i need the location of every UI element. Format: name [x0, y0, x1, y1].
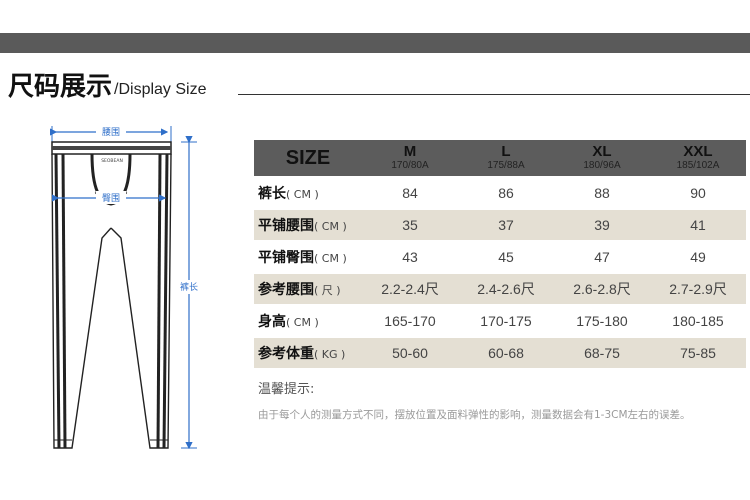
table-row: 参考体重( KG ) 50-60 60-68 68-75 75-85 [254, 338, 746, 368]
size-header-cell: SIZE [254, 140, 362, 176]
row-label: 参考体重( KG ) [254, 338, 362, 368]
row-label: 参考腰围( 尺 ) [254, 274, 362, 304]
table-cell: 41 [650, 210, 746, 240]
size-column-m: M 170/80A [362, 140, 458, 176]
size-column-l: L 175/88A [458, 140, 554, 176]
table-row: 身高( CM ) 165-170 170-175 175-180 180-185 [254, 306, 746, 336]
table-cell: 50-60 [362, 338, 458, 368]
table-cell: 2.6-2.8尺 [554, 274, 650, 304]
size-header-row: SIZE M 170/80A L 175/88A XL 180/96A XXL 185/… [254, 140, 746, 176]
row-label: 平铺臀围( CM ) [254, 242, 362, 272]
hip-label: 臀围 [102, 193, 120, 204]
table-cell: 2.7-2.9尺 [650, 274, 746, 304]
table-cell: 2.4-2.6尺 [458, 274, 554, 304]
table-cell: 2.2-2.4尺 [362, 274, 458, 304]
table-cell: 43 [362, 242, 458, 272]
size-column-xl: XL 180/96A [554, 140, 650, 176]
row-label: 平铺腰围( CM ) [254, 210, 362, 240]
table-cell: 75-85 [650, 338, 746, 368]
length-label: 裤长 [180, 281, 198, 293]
table-cell: 45 [458, 242, 554, 272]
waist-label: 腰围 [102, 127, 120, 138]
table-cell: 35 [362, 210, 458, 240]
title-english: /Display Size [114, 81, 207, 98]
table-cell: 175-180 [554, 306, 650, 336]
tips-body: 由于每个人的测量方式不同，摆放位置及面料弹性的影响，测量数据会有1-3CM左右的… [258, 409, 691, 421]
table-cell: 68-75 [554, 338, 650, 368]
top-banner-bar [0, 33, 750, 53]
table-cell: 165-170 [362, 306, 458, 336]
table-row: 裤长( CM ) 84 86 88 90 [254, 178, 746, 208]
table-cell: 84 [362, 178, 458, 208]
tips-title: 温馨提示: [258, 382, 315, 397]
table-row: 平铺腰围( CM ) 35 37 39 41 [254, 210, 746, 240]
brand-text: SEOBEAN [101, 158, 123, 164]
tips-section: 温馨提示: 由于每个人的测量方式不同，摆放位置及面料弹性的影响，测量数据会有1-… [258, 378, 728, 425]
page-title: 尺码展示 /Display Size [8, 70, 207, 102]
table-cell: 180-185 [650, 306, 746, 336]
table-cell: 60-68 [458, 338, 554, 368]
title-underline [238, 94, 750, 95]
table-row: 参考腰围( 尺 ) 2.2-2.4尺 2.4-2.6尺 2.6-2.8尺 2.7… [254, 274, 746, 304]
table-cell: 90 [650, 178, 746, 208]
table-cell: 170-175 [458, 306, 554, 336]
pants-illustration: 腰围 SEOBEAN 臀围 裤长 [50, 125, 198, 450]
table-cell: 47 [554, 242, 650, 272]
table-row: 平铺臀围( CM ) 43 45 47 49 [254, 242, 746, 272]
table-cell: 39 [554, 210, 650, 240]
table-cell: 86 [458, 178, 554, 208]
size-table: SIZE M 170/80A L 175/88A XL 180/96A XXL 185/… [254, 138, 746, 370]
row-label: 裤长( CM ) [254, 178, 362, 208]
table-cell: 37 [458, 210, 554, 240]
table-cell: 49 [650, 242, 746, 272]
row-label: 身高( CM ) [254, 306, 362, 336]
title-chinese: 尺码展示 [8, 72, 113, 102]
table-cell: 88 [554, 178, 650, 208]
size-column-xxl: XXL 185/102A [650, 140, 746, 176]
